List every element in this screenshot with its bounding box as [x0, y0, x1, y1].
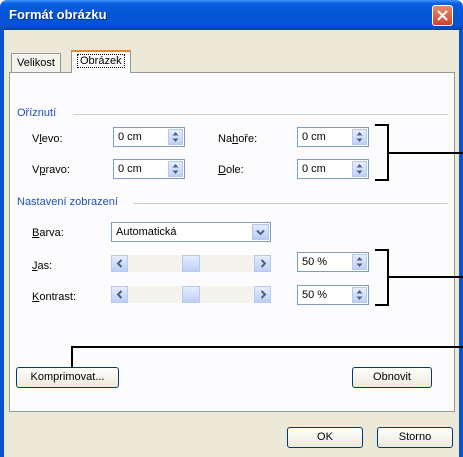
brightness-decrease-button[interactable] — [111, 255, 128, 272]
callout-line — [387, 276, 463, 278]
callout-line — [71, 346, 463, 348]
crop-group-divider — [73, 114, 448, 115]
crop-top-spin-buttons[interactable] — [352, 129, 367, 145]
color-value: Automatická — [116, 226, 177, 238]
color-label: Barva: — [32, 227, 64, 239]
dialog-title: Formát obrázku — [9, 7, 107, 22]
ok-button[interactable]: OK — [287, 427, 363, 448]
crop-top-label: Nahoře: — [218, 133, 258, 145]
callout-bracket — [375, 179, 389, 181]
contrast-increase-button[interactable] — [254, 286, 271, 303]
contrast-spin-buttons[interactable] — [352, 287, 367, 303]
crop-right-spinner[interactable]: 0 cm — [113, 159, 185, 179]
contrast-slider-thumb[interactable] — [182, 286, 200, 303]
display-group-label: Nastavení zobrazení — [17, 196, 118, 208]
brightness-slider-thumb[interactable] — [182, 255, 200, 272]
contrast-slider[interactable] — [111, 286, 271, 303]
contrast-decrease-button[interactable] — [111, 286, 128, 303]
crop-bottom-label: Dole: — [218, 164, 244, 176]
brightness-slider[interactable] — [111, 255, 271, 272]
spin-arrows-icon — [356, 132, 363, 142]
crop-top-spinner[interactable]: 0 cm — [297, 127, 369, 147]
tab-velikost-label: Velikost — [17, 57, 55, 69]
chevron-right-icon — [260, 290, 267, 299]
crop-right-value: 0 cm — [118, 163, 142, 175]
spin-arrows-icon — [356, 257, 363, 267]
crop-right-label: Vpravo: — [32, 164, 70, 176]
close-icon — [437, 10, 448, 21]
spin-arrows-icon — [172, 164, 179, 174]
contrast-spinner[interactable]: 50 % — [297, 285, 369, 305]
tab-velikost[interactable]: Velikost — [11, 53, 61, 73]
crop-right-spin-buttons[interactable] — [168, 161, 183, 177]
brightness-label: Jas: — [32, 260, 53, 272]
tab-obrazek[interactable]: Obrázek — [71, 50, 131, 73]
title-bar[interactable]: Formát obrázku — [0, 0, 463, 30]
compress-button[interactable]: Komprimovat... — [16, 367, 119, 388]
display-group-divider — [133, 203, 448, 204]
color-dropdown-button[interactable] — [252, 224, 269, 240]
window-frame-right — [459, 30, 463, 457]
callout-line — [387, 152, 463, 154]
crop-left-label: Vlevo: — [32, 133, 63, 145]
chevron-down-icon — [256, 229, 265, 236]
tab-panel — [9, 72, 455, 412]
crop-bottom-spin-buttons[interactable] — [352, 161, 367, 177]
crop-left-value: 0 cm — [118, 131, 142, 143]
callout-bracket — [375, 304, 389, 306]
chevron-right-icon — [260, 259, 267, 268]
brightness-spinner[interactable]: 50 % — [297, 252, 369, 272]
contrast-label: Kontrast: — [32, 291, 77, 303]
brightness-spin-buttons[interactable] — [352, 254, 367, 270]
crop-bottom-spinner[interactable]: 0 cm — [297, 159, 369, 179]
spin-arrows-icon — [356, 290, 363, 300]
cancel-button[interactable]: Storno — [377, 427, 453, 448]
tab-obrazek-label: Obrázek — [77, 54, 125, 68]
crop-bottom-value: 0 cm — [302, 163, 326, 175]
chevron-left-icon — [116, 259, 123, 268]
color-select[interactable]: Automatická — [111, 222, 271, 242]
brightness-value: 50 % — [302, 256, 328, 268]
crop-group-label: Oříznutí — [17, 107, 57, 119]
close-button[interactable] — [432, 5, 453, 26]
chevron-left-icon — [116, 290, 123, 299]
brightness-increase-button[interactable] — [254, 255, 271, 272]
crop-top-value: 0 cm — [302, 131, 326, 143]
crop-left-spinner[interactable]: 0 cm — [113, 127, 185, 147]
spin-arrows-icon — [172, 132, 179, 142]
contrast-value: 50 % — [302, 289, 328, 301]
spin-arrows-icon — [356, 164, 363, 174]
format-picture-dialog: Formát obrázku Velikost Obrázek Oříznutí… — [0, 0, 463, 457]
crop-left-spin-buttons[interactable] — [168, 129, 183, 145]
reset-button[interactable]: Obnovit — [352, 367, 432, 388]
